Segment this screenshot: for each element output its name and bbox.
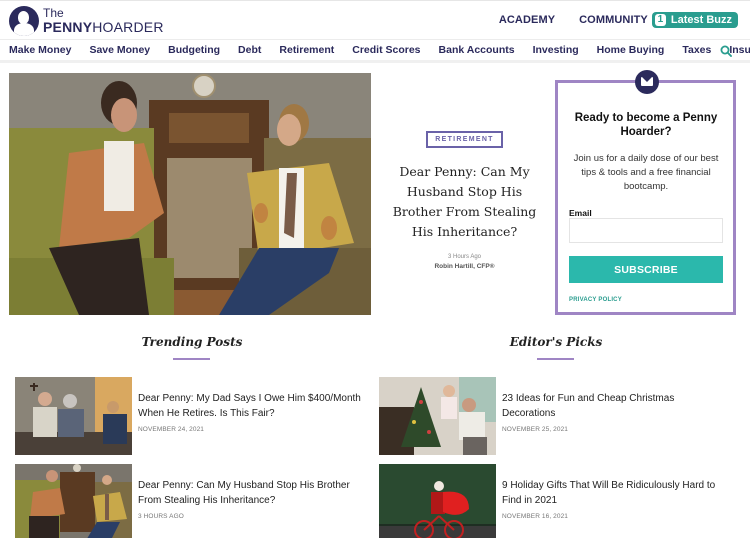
nav-bank-accounts[interactable]: Bank Accounts [439,44,515,56]
post-date: NOVEMBER 16, 2021 [502,513,569,520]
logo-the: The [43,5,64,20]
post-title[interactable]: 23 Ideas for Fun and Cheap Christmas Dec… [502,391,727,421]
trending-underline [173,358,210,360]
list-item: 23 Ideas for Fun and Cheap Christmas Dec… [379,377,729,455]
list-item: 9 Holiday Gifts That Will Be Ridiculousl… [379,464,729,538]
envelope-icon [635,70,659,94]
newsletter-signup: Ready to become a Penny Hoarder? Join us… [555,70,736,315]
hero-title-link[interactable]: Dear Penny: Can My Husband Stop His Brot… [383,162,546,242]
post-title[interactable]: 9 Holiday Gifts That Will Be Ridiculousl… [502,478,727,508]
trending-posts-heading: Trending Posts [141,335,243,349]
academy-link[interactable]: ACADEMY [499,14,555,26]
nav-save-money[interactable]: Save Money [89,44,150,56]
editors-picks-underline [537,358,574,360]
latest-buzz-label: Latest Buzz [670,14,732,26]
site-header: The PENNYHOARDER ACADEMY COMMUNITY 1 Lat… [0,0,750,39]
email-label: Email [569,208,592,218]
logo-penny: PENNY [43,18,93,35]
hero-author[interactable]: Robin Hartill, CFP® [383,263,546,270]
post-date: 3 HOURS AGO [138,513,184,520]
search-icon[interactable] [720,45,732,57]
post-thumbnail[interactable] [15,464,132,538]
site-logo[interactable]: The PENNYHOARDER [9,5,164,37]
post-thumbnail[interactable] [15,377,132,455]
hero-feature: RETIREMENT Dear Penny: Can My Husband St… [383,128,546,270]
newsletter-title: Ready to become a Penny Hoarder? [574,112,718,138]
editors-picks-heading: Editor's Picks [509,335,603,349]
email-input[interactable] [569,218,723,243]
hero-title: Dear Penny: Can My Husband Stop His Brot… [392,164,537,239]
list-item: Dear Penny: Can My Husband Stop His Brot… [15,464,365,538]
nav-taxes[interactable]: Taxes [682,44,711,56]
nav-credit-scores[interactable]: Credit Scores [352,44,420,56]
logo-wordmark: The PENNYHOARDER [43,7,164,36]
latest-buzz-button[interactable]: 1 Latest Buzz [651,12,738,28]
list-item: Dear Penny: My Dad Says I Owe Him $400/M… [15,377,365,455]
top-links: ACADEMY COMMUNITY 1 Latest Buzz [475,12,738,28]
community-link[interactable]: COMMUNITY [579,14,648,26]
nav-retirement[interactable]: Retirement [279,44,334,56]
post-title[interactable]: Dear Penny: Can My Husband Stop His Brot… [138,478,363,508]
subscribe-button[interactable]: SUBSCRIBE [569,256,723,283]
post-title[interactable]: Dear Penny: My Dad Says I Owe Him $400/M… [138,391,363,421]
penny-profile-icon [9,6,39,36]
nav-budgeting[interactable]: Budgeting [168,44,220,56]
post-thumbnail[interactable] [379,464,496,538]
category-nav: Make Money Save Money Budgeting Debt Ret… [0,39,750,63]
newsletter-description: Join us for a daily dose of our best tip… [573,153,719,192]
post-thumbnail[interactable] [379,377,496,455]
privacy-policy-link[interactable]: PRIVACY POLICY [569,297,622,303]
hero-timestamp: 3 Hours Ago [447,254,482,260]
hero-image[interactable] [9,73,371,315]
nav-insurance[interactable]: Insurance [729,44,750,56]
nav-home-buying[interactable]: Home Buying [597,44,665,56]
nav-investing[interactable]: Investing [533,44,579,56]
logo-hoarder: HOARDER [92,18,164,35]
nav-make-money[interactable]: Make Money [9,44,71,56]
buzz-count-badge: 1 [654,14,666,26]
nav-debt[interactable]: Debt [238,44,261,56]
category-badge[interactable]: RETIREMENT [426,131,503,148]
post-date: NOVEMBER 25, 2021 [502,426,569,433]
post-date: NOVEMBER 24, 2021 [138,426,205,433]
